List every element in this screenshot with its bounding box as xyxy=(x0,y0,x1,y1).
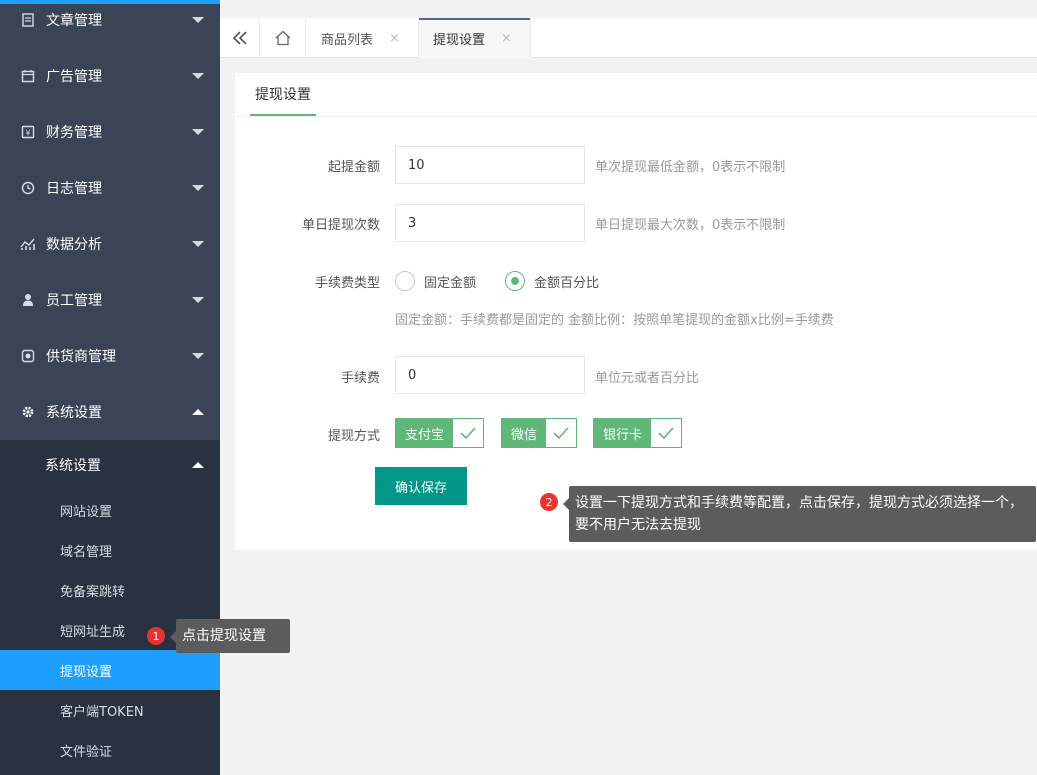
min-amount-label: 起提金额 xyxy=(327,160,380,175)
method-wechat-checkbox[interactable]: 微信 xyxy=(501,418,578,448)
fee-label: 手续费 xyxy=(340,371,380,386)
chevron-up-icon xyxy=(192,462,204,468)
sidebar-item-label: 数据分析 xyxy=(46,237,102,253)
sidebar-subitem-withdraw[interactable]: 提现设置 xyxy=(0,650,220,690)
radio-label: 金额百分比 xyxy=(534,275,600,291)
fee-input[interactable] xyxy=(395,356,585,394)
supplier-icon xyxy=(20,348,36,364)
finance-icon: ¥ xyxy=(20,124,36,140)
sidebar-subitem-token[interactable]: 客户端TOKEN xyxy=(0,690,220,730)
tab-withdraw-settings[interactable]: 提现设置 × xyxy=(419,18,531,58)
checkbox-label: 银行卡 xyxy=(594,419,652,447)
close-icon[interactable]: × xyxy=(501,31,512,46)
min-amount-input[interactable] xyxy=(395,146,585,184)
close-icon[interactable]: × xyxy=(389,31,400,46)
tabs-bar: 商品列表 × 提现设置 × xyxy=(220,18,1037,58)
gear-icon xyxy=(20,404,36,420)
fee-hint: 单位元或者百分比 xyxy=(595,371,700,386)
sidebar-submenu: 系统设置 网站设置 域名管理 免备案跳转 短网址生成 提现设置 客户端TOKEN… xyxy=(0,440,220,775)
sidebar-item-ads[interactable]: 广告管理 xyxy=(0,48,220,104)
step-badge-2: 2 xyxy=(540,493,558,511)
method-alipay-checkbox[interactable]: 支付宝 xyxy=(395,418,485,448)
user-icon xyxy=(20,292,36,308)
method-bankcard-checkbox[interactable]: 银行卡 xyxy=(593,418,683,448)
chevron-down-icon xyxy=(192,129,204,135)
sidebar-item-label: 财务管理 xyxy=(46,125,102,141)
save-button[interactable]: 确认保存 xyxy=(375,467,467,505)
checkbox-label: 微信 xyxy=(502,419,547,447)
home-icon xyxy=(275,30,290,46)
tab-label: 提现设置 xyxy=(433,32,486,48)
sidebar-item-staff[interactable]: 员工管理 xyxy=(0,272,220,328)
sidebar-item-label: 广告管理 xyxy=(46,69,102,85)
chevron-up-icon xyxy=(192,409,204,415)
calendar-icon xyxy=(20,68,36,84)
radio-circle xyxy=(395,271,415,291)
sidebar-item-system[interactable]: 系统设置 xyxy=(0,384,220,440)
sidebar-subitem-website[interactable]: 网站设置 xyxy=(0,490,220,530)
chevron-down-icon xyxy=(192,17,204,23)
check-icon xyxy=(651,419,682,447)
sidebar-item-label: 员工管理 xyxy=(46,293,102,309)
home-tab[interactable] xyxy=(260,18,306,58)
sidebar-subitem-fileverify[interactable]: 文件验证 xyxy=(0,730,220,770)
check-icon xyxy=(546,419,577,447)
sidebar-item-label: 日志管理 xyxy=(46,181,102,197)
sidebar-item-analytics[interactable]: 数据分析 xyxy=(0,216,220,272)
chevron-down-icon xyxy=(192,185,204,191)
settings-card: 提现设置 起提金额 单次提现最低金额，0表示不限制 单日提现次数 单日提现最大次… xyxy=(235,73,1037,550)
submenu-header-label: 系统设置 xyxy=(45,458,101,474)
clock-icon xyxy=(20,180,36,196)
sidebar-item-suppliers[interactable]: 供货商管理 xyxy=(0,328,220,384)
radio-circle-checked xyxy=(505,271,525,291)
svg-text:¥: ¥ xyxy=(25,129,30,138)
radio-label: 固定金额 xyxy=(424,275,477,291)
document-icon xyxy=(20,12,36,28)
chevron-down-icon xyxy=(192,297,204,303)
collapse-tabs-button[interactable] xyxy=(220,18,260,58)
card-tab-divider xyxy=(235,116,1037,117)
sidebar-item-label: 系统设置 xyxy=(46,405,102,421)
fee-type-percent-radio[interactable]: 金额百分比 xyxy=(505,271,599,291)
fee-type-fixed-radio[interactable]: 固定金额 xyxy=(395,271,476,291)
chart-icon xyxy=(20,236,36,252)
method-label: 提现方式 xyxy=(327,429,380,444)
fee-type-label: 手续费类型 xyxy=(314,276,380,291)
sidebar-subitem-domain[interactable]: 域名管理 xyxy=(0,530,220,570)
sidebar-item-label: 供货商管理 xyxy=(46,349,116,365)
tooltip-step-2: 设置一下提现方式和手续费等配置，点击保存，提现方式必须选择一个，要不用户无法去提… xyxy=(563,486,1036,542)
sidebar-item-finance[interactable]: ¥ 财务管理 xyxy=(0,104,220,160)
submenu-header-system[interactable]: 系统设置 xyxy=(0,440,220,490)
chevron-down-icon xyxy=(192,73,204,79)
card-tab-withdraw[interactable]: 提现设置 xyxy=(250,73,316,116)
daily-times-label: 单日提现次数 xyxy=(301,218,380,233)
min-amount-hint: 单次提现最低金额，0表示不限制 xyxy=(595,160,786,175)
sidebar-item-label: 文章管理 xyxy=(46,13,102,29)
tooltip-step-1: 点击提现设置 xyxy=(170,619,290,653)
sidebar: 文章管理 广告管理 ¥ 财务管理 日志管理 数据分析 员工管理 供货商管理 系统… xyxy=(0,0,220,775)
step-badge-1: 1 xyxy=(147,627,165,645)
fee-type-hint: 固定金额：手续费都是固定的 金额比例：按照单笔提现的金额x比例=手续费 xyxy=(395,313,834,328)
sidebar-item-logs[interactable]: 日志管理 xyxy=(0,160,220,216)
daily-times-input[interactable] xyxy=(395,204,585,242)
check-icon xyxy=(453,419,484,447)
sidebar-subitem-redirect[interactable]: 免备案跳转 xyxy=(0,570,220,610)
chevron-down-icon xyxy=(192,241,204,247)
double-chevron-left-icon xyxy=(232,31,247,45)
sidebar-item-articles[interactable]: 文章管理 xyxy=(0,0,220,48)
tab-label: 商品列表 xyxy=(321,32,374,48)
tab-product-list[interactable]: 商品列表 × xyxy=(307,18,419,58)
daily-times-hint: 单日提现最大次数，0表示不限制 xyxy=(595,218,786,233)
checkbox-label: 支付宝 xyxy=(396,419,454,447)
chevron-down-icon xyxy=(192,353,204,359)
